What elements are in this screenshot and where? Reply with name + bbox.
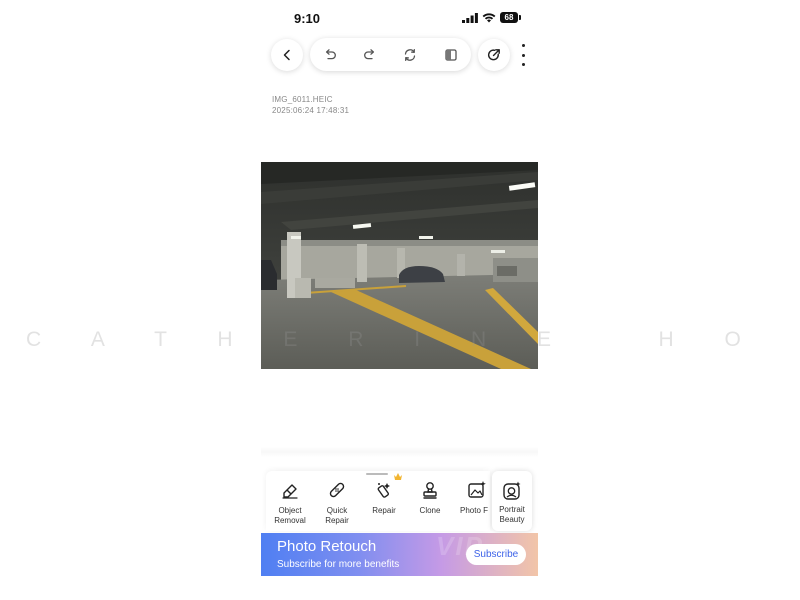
tool-label: Object Removal	[268, 506, 312, 526]
file-date: 2025:06:24 17:48:31	[272, 106, 350, 115]
undo-icon	[325, 49, 336, 60]
status-time: 9:10	[294, 11, 321, 26]
tool-repair[interactable]: Repair	[362, 480, 406, 516]
tool-label: Portrait Beauty	[499, 505, 525, 524]
signal-icon	[462, 13, 478, 23]
editor-screen: 9:10 68 IMG_6011.HEIC 2025:06:24 17:48:3…	[0, 0, 800, 600]
subscribe-button[interactable]: Subscribe	[466, 544, 526, 565]
repair-brush-icon	[377, 483, 390, 498]
photo-enhance-icon	[468, 481, 486, 498]
redo-icon	[364, 49, 375, 60]
tool-portrait-beauty[interactable]: Portrait Beauty	[492, 471, 532, 531]
battery-tip	[519, 15, 521, 20]
share-button[interactable]	[478, 39, 510, 71]
tool-label-line: Object Removal	[274, 506, 306, 525]
wifi-icon	[482, 13, 496, 23]
more-icon-dot	[521, 53, 525, 57]
undo-button[interactable]	[321, 46, 339, 64]
tool-object-removal[interactable]: Object Removal	[268, 480, 312, 526]
file-name: IMG_6011.HEIC	[272, 95, 333, 104]
battery-icon: 68	[500, 12, 518, 23]
edit-toolbar	[310, 38, 471, 71]
tool-label: Repair	[372, 506, 396, 515]
eraser-icon	[282, 484, 298, 499]
compare-icon	[445, 49, 457, 61]
status-icons: 68	[462, 10, 522, 26]
back-button[interactable]	[271, 39, 303, 71]
divider	[261, 447, 538, 457]
tool-label: Photo F	[460, 506, 489, 515]
banner-title: Photo Retouch	[277, 538, 377, 555]
crown-icon	[394, 473, 402, 480]
tool-quick-repair[interactable]: Quick Repair	[315, 480, 359, 526]
parking-garage-photo	[261, 162, 538, 369]
reset-button[interactable]	[401, 46, 419, 64]
tool-label: Clone	[419, 506, 441, 515]
tool-clone[interactable]: Clone	[408, 480, 452, 516]
tool-label: Quick Repair	[325, 506, 349, 525]
portrait-icon	[503, 481, 521, 500]
more-icon-dot	[521, 63, 525, 66]
banner-subtitle: Subscribe for more benefits	[277, 559, 400, 570]
photo-canvas[interactable]	[261, 162, 538, 369]
drag-handle[interactable]	[366, 473, 388, 475]
stamp-icon	[423, 482, 437, 499]
tool-photo-enhance[interactable]: Photo F	[455, 480, 490, 516]
more-button[interactable]	[516, 44, 530, 66]
compare-button[interactable]	[442, 46, 460, 64]
more-icon-dot	[521, 44, 525, 47]
share-icon	[487, 49, 500, 61]
subscription-banner[interactable]: VIP Photo Retouch Subscribe for more ben…	[261, 533, 538, 576]
back-arrow-icon	[283, 49, 290, 61]
bandage-icon	[329, 482, 345, 498]
reset-icon	[404, 48, 416, 62]
redo-button[interactable]	[361, 46, 379, 64]
